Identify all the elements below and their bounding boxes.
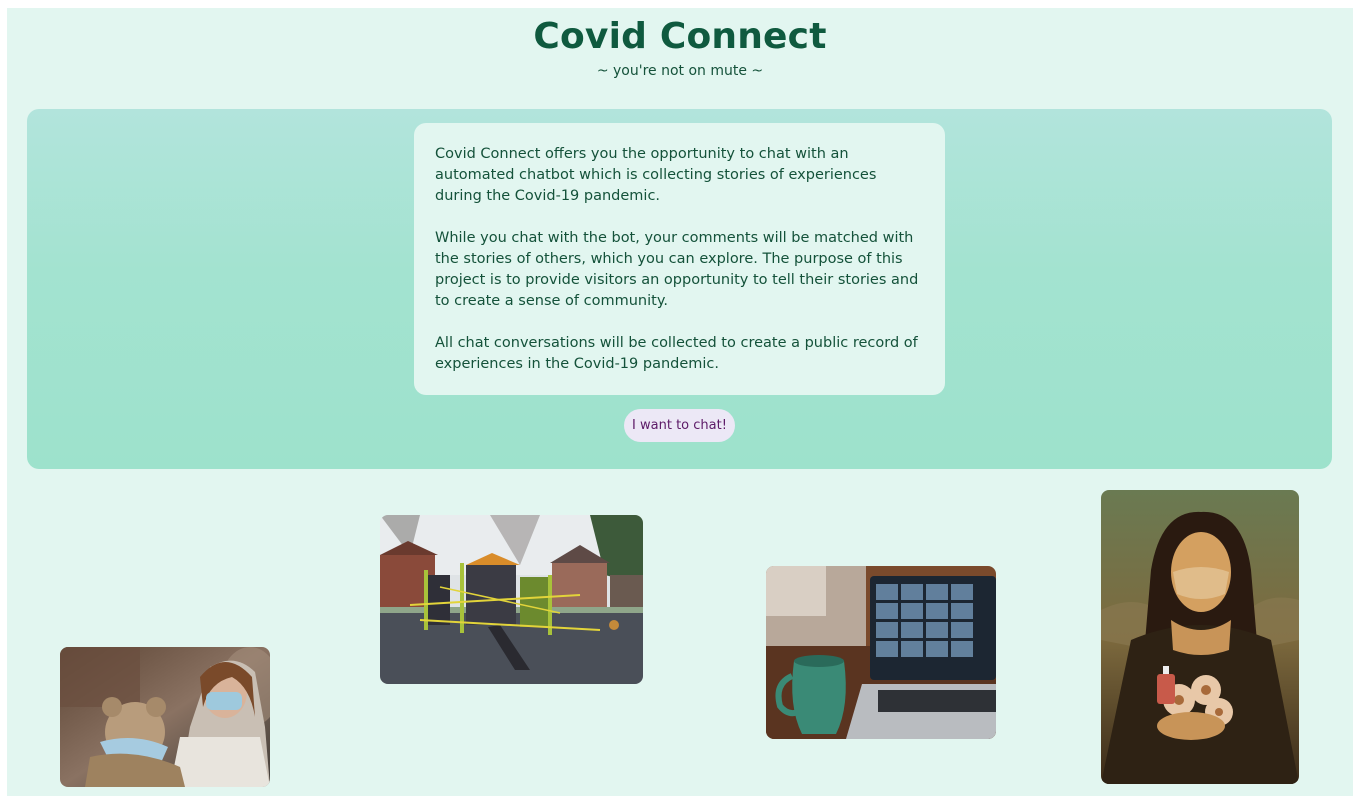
page: Covid Connect ~ you're not on mute ~ Cov… xyxy=(7,8,1353,796)
masked-teddy-bear-photo xyxy=(60,647,270,787)
intro-paragraph: While you chat with the bot, your commen… xyxy=(435,230,919,309)
page-title: Covid Connect xyxy=(533,16,827,57)
start-chat-button[interactable]: I want to chat! xyxy=(624,409,735,442)
video-call-laptop-photo xyxy=(766,566,996,739)
masked-mona-lisa-photo xyxy=(1101,490,1299,784)
page-tagline: ~ you're not on mute ~ xyxy=(596,63,764,79)
intro-paragraph: Covid Connect offers you the opportunity… xyxy=(435,146,877,204)
intro-card: Covid Connect offers you the opportunity… xyxy=(414,123,945,395)
intro-paragraph: All chat conversations will be collected… xyxy=(435,335,918,372)
taped-playground-photo xyxy=(380,515,643,684)
intro-section: Covid Connect offers you the opportunity… xyxy=(27,109,1332,469)
